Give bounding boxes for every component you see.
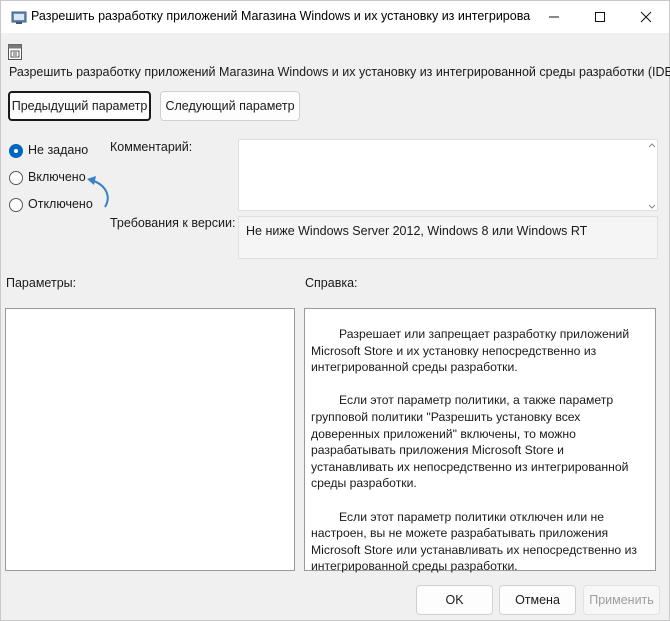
maximize-button[interactable] bbox=[577, 1, 623, 33]
comment-label: Комментарий: bbox=[110, 140, 193, 154]
window-title: Разрешить разработку приложений Магазина… bbox=[31, 9, 531, 23]
close-icon bbox=[640, 11, 652, 23]
policy-setting-icon bbox=[8, 44, 22, 60]
params-pane[interactable] bbox=[5, 308, 295, 571]
radio-button[interactable] bbox=[9, 198, 23, 212]
policy-heading: Разрешить разработку приложений Магазина… bbox=[9, 65, 670, 79]
title-bar[interactable]: Разрешить разработку приложений Магазина… bbox=[1, 1, 669, 33]
radio-label: Включено bbox=[28, 170, 86, 184]
radio-button[interactable] bbox=[9, 144, 23, 158]
help-label: Справка: bbox=[305, 276, 358, 290]
version-value: Не ниже Windows Server 2012, Windows 8 и… bbox=[246, 224, 588, 238]
version-field: Не ниже Windows Server 2012, Windows 8 и… bbox=[238, 216, 658, 259]
comment-textarea[interactable] bbox=[238, 139, 658, 211]
ok-button[interactable]: OK bbox=[416, 585, 493, 615]
policy-dialog: Разрешить разработку приложений Магазина… bbox=[0, 0, 670, 621]
minimize-icon bbox=[549, 16, 559, 18]
apply-button[interactable]: Применить bbox=[583, 585, 660, 615]
next-setting-button[interactable]: Следующий параметр bbox=[160, 91, 300, 121]
help-paragraph: Если этот параметр политики отключен или… bbox=[311, 509, 637, 574]
help-pane[interactable]: Разрешает или запрещает разработку прило… bbox=[304, 308, 656, 573]
policy-editor-icon bbox=[11, 9, 27, 25]
help-paragraph: Разрешает или запрещает разработку прило… bbox=[311, 327, 630, 375]
annotation-arrow-icon bbox=[87, 176, 109, 208]
params-label: Параметры: bbox=[6, 276, 77, 290]
previous-setting-button[interactable]: Предыдущий параметр bbox=[8, 91, 151, 121]
comment-scrollbar[interactable] bbox=[647, 140, 657, 210]
version-label: Требования к версии: bbox=[110, 216, 236, 230]
minimize-button[interactable] bbox=[531, 1, 577, 33]
close-button[interactable] bbox=[623, 1, 669, 33]
maximize-icon bbox=[595, 12, 605, 22]
radio-label: Не задано bbox=[28, 143, 89, 157]
cancel-button[interactable]: Отмена bbox=[499, 585, 576, 615]
radio-button[interactable] bbox=[9, 171, 23, 185]
help-paragraph: Если этот параметр политики, а также пар… bbox=[311, 393, 629, 491]
